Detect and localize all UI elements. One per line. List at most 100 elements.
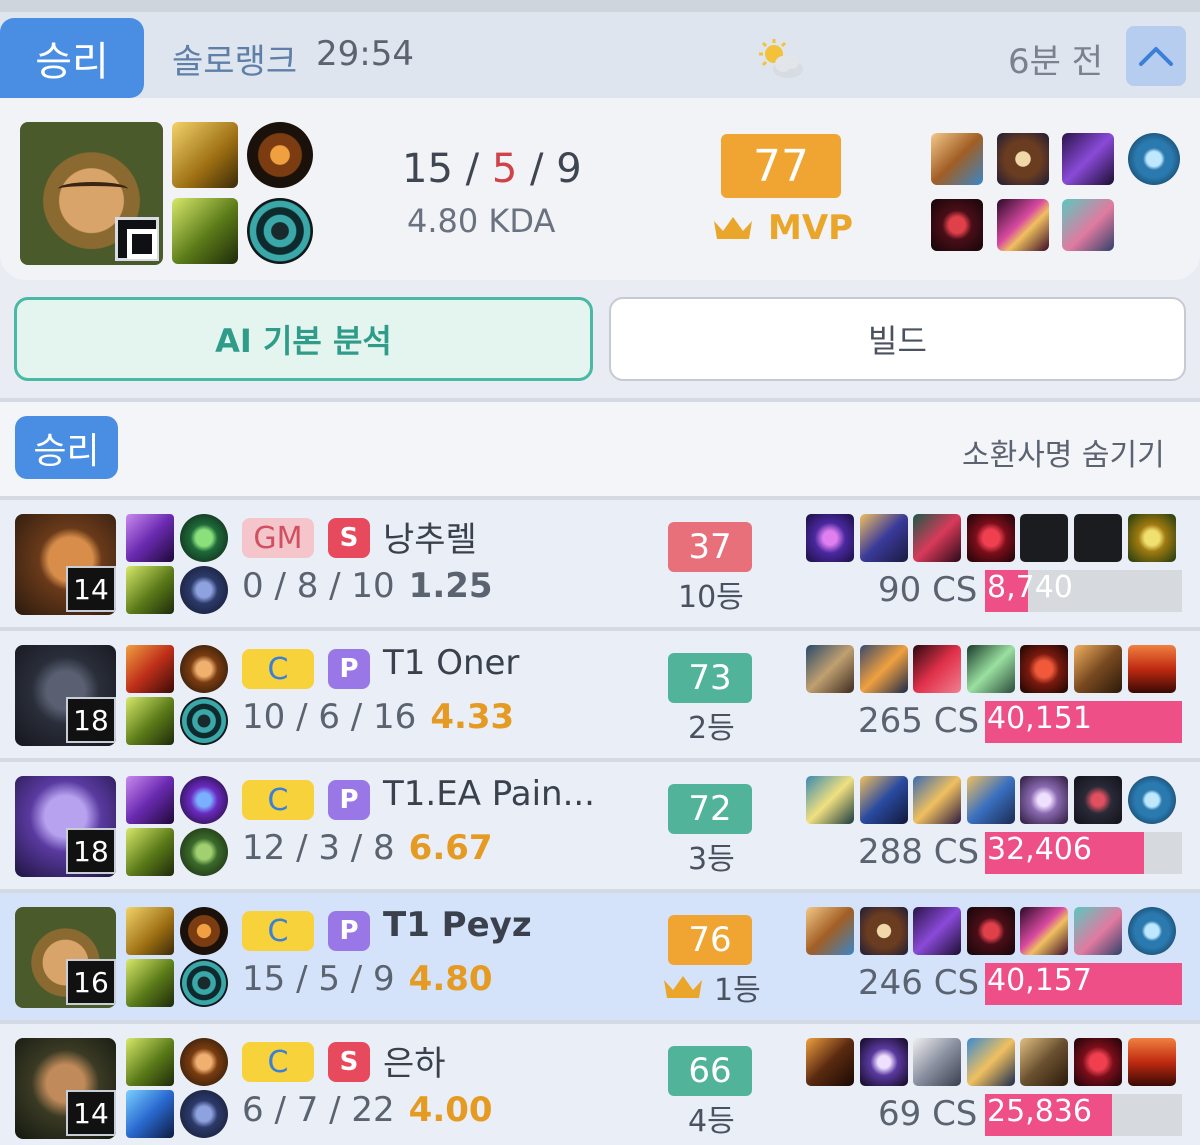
item-icon[interactable] <box>913 907 961 955</box>
item-icon[interactable] <box>860 1038 908 1086</box>
item-icon[interactable] <box>913 514 961 562</box>
item-icon[interactable] <box>967 776 1015 824</box>
summoner-name[interactable]: 은하 <box>383 1036 446 1085</box>
player-row[interactable]: 14 GM S 낭추렐 0 / 8 / 10 1.25 37 10등 90 CS … <box>0 500 1200 627</box>
item-icon[interactable] <box>1062 133 1114 185</box>
summoner-spell-icon[interactable] <box>126 1090 174 1138</box>
creep-score: 265 CS <box>858 701 980 741</box>
flash-spell-icon[interactable] <box>126 697 174 745</box>
rune-icon[interactable] <box>180 1090 228 1138</box>
flash-spell-icon[interactable] <box>126 828 174 876</box>
flash-spell-icon[interactable] <box>126 959 174 1007</box>
item-icon[interactable] <box>967 645 1015 693</box>
rune-icon[interactable] <box>180 566 228 614</box>
champion-portrait[interactable]: 18 <box>15 645 116 746</box>
item-icon[interactable] <box>967 514 1015 562</box>
flash-spell-icon[interactable] <box>126 1038 174 1086</box>
summoner-name[interactable]: T1 Peyz <box>383 905 532 945</box>
rune-icon[interactable] <box>180 959 228 1007</box>
ghost-spell-icon[interactable] <box>172 122 238 188</box>
item-icon[interactable] <box>860 645 908 693</box>
player-row-current[interactable]: 16 C P T1 Peyz 15 / 5 / 9 4.80 76 1등 246 … <box>0 893 1200 1020</box>
summoner-spell-icon[interactable] <box>126 514 174 562</box>
item-icon[interactable] <box>1074 907 1122 955</box>
kda-ratio: 6.67 <box>408 828 493 868</box>
tab-ai-analysis[interactable]: AI 기본 분석 <box>14 297 593 381</box>
trinket-icon[interactable] <box>1128 907 1176 955</box>
deaths-count: 5 <box>491 146 518 192</box>
smite-spell-icon[interactable] <box>126 645 174 693</box>
collapse-button[interactable] <box>1126 26 1186 86</box>
item-icon[interactable] <box>1074 776 1122 824</box>
player-kda: 0 / 8 / 10 1.25 <box>242 566 493 606</box>
champion-portrait[interactable] <box>20 122 163 265</box>
item-icon[interactable] <box>997 133 1049 185</box>
item-icon[interactable] <box>1062 199 1114 251</box>
item-icon[interactable] <box>806 514 854 562</box>
rune-icon[interactable] <box>180 1038 228 1086</box>
rune-icon[interactable] <box>180 776 228 824</box>
item-icon[interactable] <box>1074 645 1122 693</box>
ghost-spell-icon[interactable] <box>126 907 174 955</box>
item-icon[interactable] <box>1020 907 1068 955</box>
item-icon[interactable] <box>1074 1038 1122 1086</box>
performance-rank: 4등 <box>688 1104 735 1139</box>
player-kda: 15 / 5 / 9 4.80 <box>242 959 493 999</box>
item-icon[interactable] <box>806 776 854 824</box>
rune-icon[interactable] <box>180 697 228 745</box>
champion-portrait[interactable]: 16 <box>15 907 116 1008</box>
champion-portrait[interactable]: 14 <box>15 1038 116 1139</box>
item-icon[interactable] <box>913 776 961 824</box>
flash-spell-icon[interactable] <box>126 566 174 614</box>
player-row[interactable]: 18 C P T1.EA Pain... 12 / 3 / 8 6.67 72 3… <box>0 762 1200 889</box>
rune-icon[interactable] <box>180 828 228 876</box>
creep-score: 288 CS <box>858 832 980 872</box>
trinket-icon[interactable] <box>1128 1038 1176 1086</box>
rune-icon[interactable] <box>180 907 228 955</box>
summoner-spell-icon[interactable] <box>126 776 174 824</box>
player-row[interactable]: 14 C S 은하 6 / 7 / 22 4.00 66 4등 69 CS 25,… <box>0 1024 1200 1145</box>
rune-icon[interactable] <box>180 645 228 693</box>
item-icon[interactable] <box>913 645 961 693</box>
rune-icon[interactable] <box>180 514 228 562</box>
trinket-icon[interactable] <box>1128 133 1180 185</box>
item-icon[interactable] <box>931 199 983 251</box>
champion-portrait[interactable]: 18 <box>15 776 116 877</box>
item-icon[interactable] <box>806 645 854 693</box>
item-icon[interactable] <box>931 133 983 185</box>
item-icon[interactable] <box>997 199 1049 251</box>
trinket-icon[interactable] <box>1128 645 1176 693</box>
assists-count: 9 <box>556 146 582 192</box>
secondary-rune-icon[interactable] <box>247 198 313 264</box>
player-row[interactable]: 18 C P T1 Oner 10 / 6 / 16 4.33 73 2등 265… <box>0 631 1200 758</box>
summoner-name[interactable]: 낭추렐 <box>383 512 477 561</box>
tab-build[interactable]: 빌드 <box>609 297 1186 381</box>
trinket-icon[interactable] <box>1128 776 1176 824</box>
item-icon[interactable] <box>967 1038 1015 1086</box>
damage-bar: 32,406 <box>985 832 1182 874</box>
keystone-rune-icon[interactable] <box>247 122 313 188</box>
player-badge: P <box>328 911 370 951</box>
item-icon[interactable] <box>1020 645 1068 693</box>
match-result-badge: 승리 <box>0 18 144 98</box>
summoner-name[interactable]: T1.EA Pain... <box>383 774 595 814</box>
item-icon[interactable] <box>860 776 908 824</box>
champion-portrait[interactable]: 14 <box>15 514 116 615</box>
chevron-up-icon <box>1139 47 1173 66</box>
item-icon[interactable] <box>1020 1038 1068 1086</box>
champion-level: 18 <box>66 828 116 874</box>
item-icon[interactable] <box>860 514 908 562</box>
summoner-name[interactable]: T1 Oner <box>383 643 519 683</box>
item-icon[interactable] <box>806 1038 854 1086</box>
creep-score: 246 CS <box>858 963 980 1003</box>
item-icon[interactable] <box>967 907 1015 955</box>
flash-spell-icon[interactable] <box>172 198 238 264</box>
item-icon[interactable] <box>806 907 854 955</box>
item-icon[interactable] <box>860 907 908 955</box>
damage-bar: 40,151 <box>985 701 1182 743</box>
item-icon[interactable] <box>913 1038 961 1086</box>
hide-names-toggle[interactable]: 소환사명 숨기기 <box>962 430 1165 474</box>
performance-rank: 2등 <box>688 711 735 746</box>
item-icon[interactable] <box>1020 776 1068 824</box>
trinket-icon[interactable] <box>1128 514 1176 562</box>
